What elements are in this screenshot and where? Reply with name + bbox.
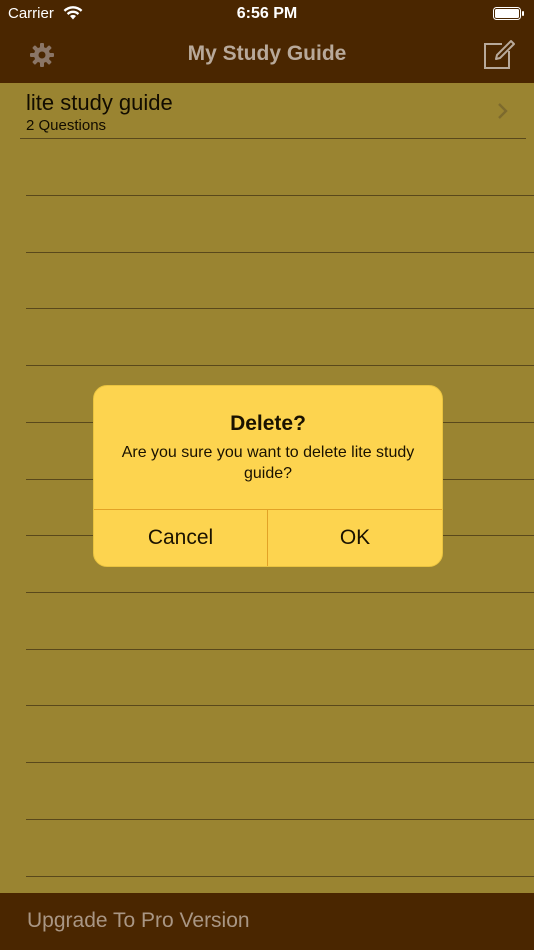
alert-message: Are you sure you want to delete lite stu… — [121, 444, 415, 482]
alert-title: Delete? — [230, 412, 306, 435]
ok-button[interactable]: OK — [268, 510, 442, 566]
cancel-button[interactable]: Cancel — [94, 510, 267, 566]
delete-alert: Delete? Are you sure you want to delete … — [93, 385, 443, 567]
alert-overlay: Delete? Are you sure you want to delete … — [0, 0, 534, 950]
